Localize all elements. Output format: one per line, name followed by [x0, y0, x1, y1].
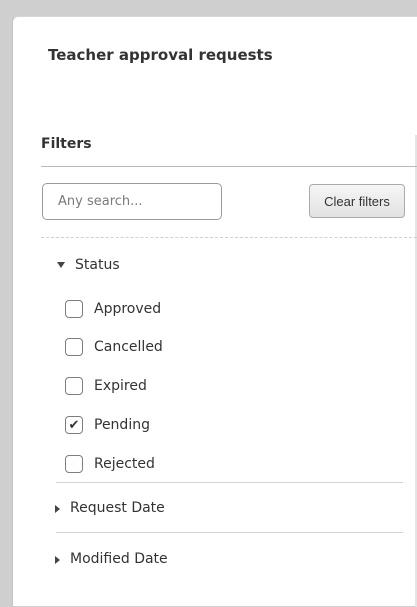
filters-divider — [41, 166, 417, 167]
status-option-rejected[interactable]: Rejected — [65, 455, 155, 473]
caret-right-icon — [55, 505, 60, 513]
search-input[interactable] — [42, 183, 222, 220]
section-divider — [56, 482, 403, 483]
status-section-label: Status — [75, 257, 120, 273]
checkbox[interactable] — [65, 377, 83, 395]
checkbox-checked[interactable]: ✔ — [65, 416, 83, 434]
status-option-label: Approved — [94, 301, 162, 317]
modified-date-section-toggle[interactable]: Modified Date — [55, 551, 168, 567]
status-section-toggle[interactable]: Status — [57, 257, 120, 273]
status-option-expired[interactable]: Expired — [65, 377, 147, 395]
status-option-approved[interactable]: Approved — [65, 300, 161, 318]
caret-down-icon — [57, 262, 65, 268]
section-divider — [56, 532, 403, 533]
modified-date-section-label: Modified Date — [70, 551, 168, 567]
page-title: Teacher approval requests — [48, 46, 273, 64]
caret-right-icon — [55, 556, 60, 564]
status-option-label: Pending — [94, 417, 150, 433]
status-option-cancelled[interactable]: Cancelled — [65, 338, 163, 356]
status-option-label: Rejected — [94, 456, 155, 472]
request-date-section-toggle[interactable]: Request Date — [55, 500, 165, 516]
request-date-section-label: Request Date — [70, 500, 165, 516]
clear-filters-button[interactable]: Clear filters — [309, 184, 405, 218]
status-option-label: Expired — [94, 378, 147, 394]
status-option-pending[interactable]: ✔ Pending — [65, 416, 150, 434]
checkbox[interactable] — [65, 300, 83, 318]
status-option-label: Cancelled — [94, 339, 163, 355]
filters-heading: Filters — [41, 136, 92, 152]
checkbox[interactable] — [65, 455, 83, 473]
approval-requests-panel: Teacher approval requests Filters Clear … — [12, 16, 417, 607]
checkbox[interactable] — [65, 338, 83, 356]
search-divider — [41, 237, 417, 238]
check-icon: ✔ — [68, 417, 80, 433]
